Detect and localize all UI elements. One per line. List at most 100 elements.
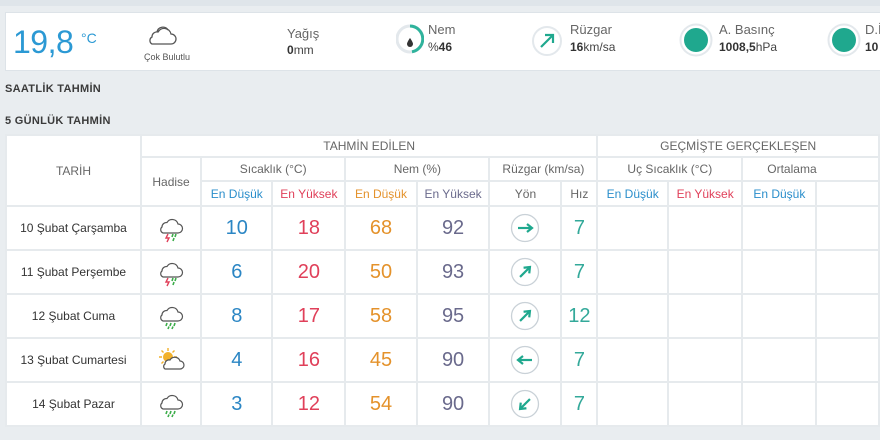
past-cell xyxy=(741,337,818,383)
past-cell xyxy=(596,381,670,427)
pressure-value: 1008,5hPa xyxy=(719,40,778,54)
table-row: 11 Şubat Perşembe 6 20 50 93 7 xyxy=(5,249,880,295)
row-date: 11 Şubat Perşembe xyxy=(5,249,142,295)
past-cell xyxy=(667,249,744,295)
past-cell xyxy=(667,293,744,339)
humidity-gauge-icon xyxy=(396,24,424,54)
humidity-min-value: 58 xyxy=(344,293,418,339)
humidity-max-header: En Yüksek xyxy=(415,180,491,207)
wind-arrow-icon xyxy=(488,337,563,383)
past-cell xyxy=(815,293,880,339)
wind-arrow-icon xyxy=(488,381,563,427)
pressure-label: A. Basınç xyxy=(719,22,775,37)
past-temp-max-header: En Yüksek xyxy=(667,180,744,207)
temperature-unit: °C xyxy=(81,30,97,46)
past-group-header: GEÇMİŞTE GERÇEKLEŞEN xyxy=(596,134,880,158)
wind-speed-header: Hız xyxy=(560,180,599,207)
thunderstorm-rain-icon xyxy=(139,205,203,251)
temp-max-value: 16 xyxy=(271,337,347,383)
table-row: 12 Şubat Cuma 8 17 58 95 12 xyxy=(5,293,880,339)
past-cell xyxy=(741,205,818,251)
table-row: 10 Şubat Çarşamba 10 18 68 92 7 xyxy=(5,205,880,251)
thunderstorm-rain-icon xyxy=(139,249,203,295)
past-cell xyxy=(815,205,880,251)
table-row: 14 Şubat Pazar 3 12 54 90 7 xyxy=(5,381,880,427)
past-temp-min-header: En Düşük xyxy=(596,180,670,207)
wind-speed-value: 7 xyxy=(560,205,599,251)
temp-min-header: En Düşük xyxy=(200,180,274,207)
wind-speed-value: 7 xyxy=(560,249,599,295)
past-avg-extra-header xyxy=(815,180,880,207)
past-cell xyxy=(815,337,880,383)
humidity-column-header: Nem (%) xyxy=(344,156,491,182)
past-cell xyxy=(596,293,670,339)
temp-max-value: 17 xyxy=(271,293,347,339)
humidity-max-value: 93 xyxy=(415,249,491,295)
temp-max-header: En Yüksek xyxy=(271,180,347,207)
five-day-forecast-table: TARİH TAHMİN EDİLEN GEÇMİŞTE GERÇEKLEŞEN… xyxy=(5,134,880,427)
past-cell xyxy=(596,249,670,295)
humidity-max-value: 95 xyxy=(415,293,491,339)
humidity-max-value: 90 xyxy=(415,337,491,383)
wind-label: Rüzgar xyxy=(570,22,612,37)
past-cell xyxy=(741,249,818,295)
table-row: 13 Şubat Cumartesi 4 16 45 90 7 xyxy=(5,337,880,383)
current-conditions: 19,8 °C Çok Bulutlu Yağış 0mm Nem %46 Rü… xyxy=(5,12,880,71)
temp-min-value: 10 xyxy=(200,205,274,251)
temp-max-value: 18 xyxy=(271,205,347,251)
past-cell xyxy=(667,381,744,427)
five-day-forecast-title[interactable]: 5 GÜNLÜK TAHMİN xyxy=(5,115,111,127)
extreme-temp-column-header: Uç Sıcaklık (°C) xyxy=(596,156,744,182)
humidity-max-value: 90 xyxy=(415,381,491,427)
wind-column-header: Rüzgar (km/sa) xyxy=(488,156,599,182)
wind-direction-icon xyxy=(532,26,562,56)
past-avg-min-header: En Düşük xyxy=(741,180,818,207)
humidity-min-value: 50 xyxy=(344,249,418,295)
humidity-max-value: 92 xyxy=(415,205,491,251)
rain-cloud-icon xyxy=(139,381,203,427)
wind-value: 16km/sa xyxy=(570,40,616,54)
wind-direction-header: Yön xyxy=(488,180,563,207)
forecast-group-header: TAHMİN EDİLEN xyxy=(139,134,599,158)
partly-cloudy-icon xyxy=(139,337,203,383)
wind-speed-value: 12 xyxy=(560,293,599,339)
wind-arrow-icon xyxy=(488,249,563,295)
current-temperature: 19,8 xyxy=(13,24,74,60)
temp-min-value: 8 xyxy=(200,293,274,339)
humidity-min-value: 45 xyxy=(344,337,418,383)
past-cell xyxy=(741,293,818,339)
temp-max-value: 20 xyxy=(271,249,347,295)
temp-min-value: 6 xyxy=(200,249,274,295)
cut-item-label: D.İ xyxy=(865,22,880,37)
rain-cloud-icon xyxy=(139,293,203,339)
wind-arrow-icon xyxy=(488,293,563,339)
pressure-gauge-icon xyxy=(679,23,713,57)
temp-max-value: 12 xyxy=(271,381,347,427)
top-strip xyxy=(0,0,880,6)
row-date: 12 Şubat Cuma xyxy=(5,293,142,339)
past-cell xyxy=(815,249,880,295)
row-date: 14 Şubat Pazar xyxy=(5,381,142,427)
event-column-header: Hadise xyxy=(139,156,203,207)
past-cell xyxy=(667,337,744,383)
date-column-header: TARİH xyxy=(5,134,142,207)
cut-item-value: 10 xyxy=(865,40,879,54)
row-date: 10 Şubat Çarşamba xyxy=(5,205,142,251)
humidity-label: Nem xyxy=(428,22,456,37)
past-cell xyxy=(596,337,670,383)
past-cell xyxy=(596,205,670,251)
cloudy-icon xyxy=(149,26,177,45)
temp-min-value: 4 xyxy=(200,337,274,383)
wind-speed-value: 7 xyxy=(560,337,599,383)
temperature-column-header: Sıcaklık (°C) xyxy=(200,156,347,182)
hourly-forecast-title[interactable]: SAATLİK TAHMİN xyxy=(5,83,101,95)
humidity-min-value: 54 xyxy=(344,381,418,427)
rain-value: 0mm xyxy=(287,43,314,57)
rain-label: Yağış xyxy=(287,26,320,41)
humidity-min-header: En Düşük xyxy=(344,180,418,207)
wind-arrow-icon xyxy=(488,205,563,251)
wind-speed-value: 7 xyxy=(560,381,599,427)
average-column-header: Ortalama xyxy=(741,156,880,182)
past-cell xyxy=(741,381,818,427)
past-cell xyxy=(815,381,880,427)
